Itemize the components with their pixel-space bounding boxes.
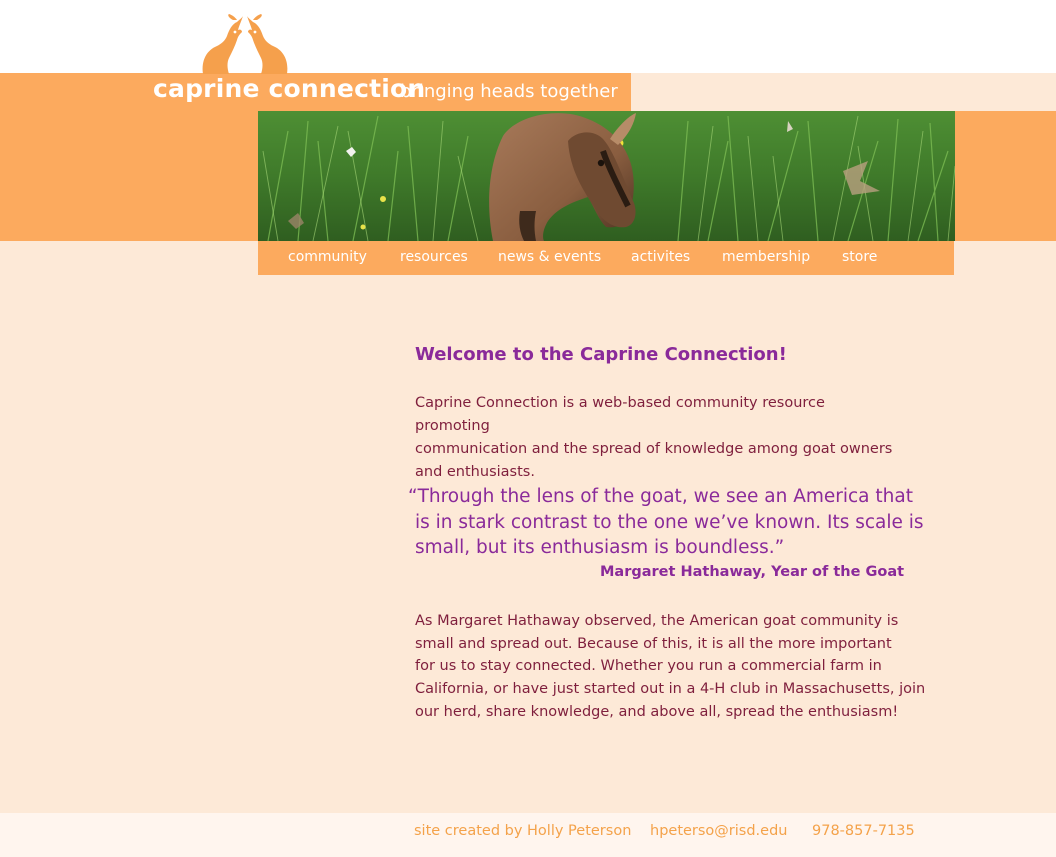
header-right-light: [631, 73, 1056, 111]
nav-item-news-events[interactable]: news & events: [498, 249, 601, 265]
site-title[interactable]: caprine connection: [153, 74, 425, 103]
page-heading: Welcome to the Caprine Connection!: [415, 344, 787, 365]
quote-line: “Through the lens of the goat, we see an…: [408, 486, 913, 507]
site-tagline: bringing heads together: [400, 81, 618, 102]
footer-credit: site created by Holly Peterson: [414, 823, 632, 839]
nav-item-resources[interactable]: resources: [400, 249, 468, 265]
pull-quote: “Through the lens of the goat, we see an…: [408, 484, 924, 561]
body-line: California, or have just started out in …: [415, 681, 926, 698]
intro-paragraph: Caprine Connection is a web-based commun…: [415, 392, 895, 484]
footer-email-link[interactable]: hpeterso@risd.edu: [650, 823, 787, 839]
intro-line: communication and the spread of knowledg…: [415, 441, 893, 457]
intro-line: and enthusiasts.: [415, 464, 535, 480]
quote-line: small, but its enthusiasm is boundless.”: [415, 537, 785, 558]
nav-item-membership[interactable]: membership: [722, 249, 810, 265]
nav-item-store[interactable]: store: [842, 249, 877, 265]
main-nav: community resources news & events activi…: [258, 241, 954, 275]
top-white-bar: [0, 0, 1056, 73]
footer-phone: 978-857-7135: [812, 823, 915, 839]
body-line: for us to stay connected. Whether you ru…: [415, 658, 882, 675]
intro-line: Caprine Connection is a web-based commun…: [415, 395, 825, 434]
body-paragraph: As Margaret Hathaway observed, the Ameri…: [415, 610, 926, 724]
body-line: As Margaret Hathaway observed, the Ameri…: [415, 613, 899, 629]
quote-attribution: Margaret Hathaway, Year of the Goat: [600, 564, 905, 580]
two-goats-logo-icon[interactable]: [199, 14, 291, 76]
body-line: our herd, share knowledge, and above all…: [415, 703, 899, 720]
quote-line: is in stark contrast to the one we’ve kn…: [415, 511, 924, 533]
goat-kid-in-grass-photo: [258, 111, 955, 241]
nav-item-community[interactable]: community: [288, 249, 367, 265]
body-line: small and spread out. Because of this, i…: [415, 635, 892, 652]
nav-item-activites[interactable]: activites: [631, 249, 690, 265]
